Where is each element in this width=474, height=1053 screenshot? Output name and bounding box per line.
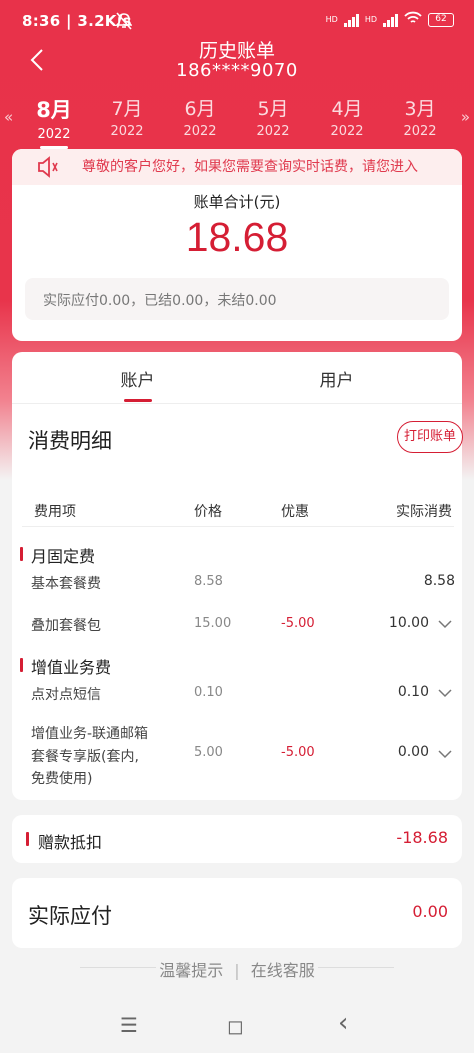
chevron-down-icon[interactable]	[437, 684, 453, 703]
item-name: 基本套餐费	[31, 576, 101, 592]
footer-links: 温馨提示 | 在线客服	[0, 957, 474, 981]
year-label: 2022	[37, 127, 71, 142]
payment-status-text: 实际应付0.00，已结0.00，未结0.00	[43, 293, 277, 309]
item-actual: 10.00	[388, 615, 429, 631]
month-label: 5月	[257, 98, 289, 120]
notice-text: 尊敬的客户您好，如果您需要查询实时话费，请您进入	[82, 159, 418, 175]
deduction-marker	[26, 832, 29, 846]
item-name-line: 套餐专享版(套内,	[31, 749, 139, 765]
group-marker	[20, 658, 23, 672]
hd-label: HD	[325, 15, 338, 24]
month-label: 8月	[36, 98, 72, 122]
group-title: 月固定费	[31, 547, 96, 566]
system-nav-bar: ☰ ◻ ‹	[0, 1000, 474, 1053]
deduction-label: 赠款抵扣	[38, 833, 103, 852]
group-marker	[20, 547, 23, 561]
year-label: 2022	[403, 124, 437, 139]
bill-total-label: 账单合计(元)	[193, 193, 281, 211]
tab-account[interactable]: 账户	[25, 366, 250, 391]
deduction-value: -18.68	[396, 828, 448, 847]
page-title: 历史账单	[198, 40, 275, 62]
month-tab-jun[interactable]: 6月 2022	[170, 94, 230, 139]
item-price: 8.58	[194, 574, 223, 589]
month-label: 6月	[184, 98, 216, 120]
tips-link[interactable]: 温馨提示	[159, 961, 223, 980]
actual-pay-label: 实际应付	[28, 904, 112, 928]
details-title: 消费明细	[28, 429, 112, 453]
item-price: 0.10	[194, 685, 223, 700]
item-discount: -5.00	[281, 616, 315, 631]
year-label: 2022	[110, 124, 144, 139]
item-actual: 8.58	[423, 573, 455, 589]
year-label: 2022	[256, 124, 290, 139]
month-label: 3月	[404, 98, 436, 120]
item-discount: -5.00	[281, 745, 315, 760]
item-name: 点对点短信	[31, 687, 101, 703]
year-label: 2022	[330, 124, 364, 139]
item-name: 叠加套餐包	[31, 618, 101, 634]
battery-icon: 62	[428, 12, 454, 27]
month-tab-mar[interactable]: 3月 2022	[390, 94, 450, 139]
column-header-discount: 优惠	[281, 504, 309, 520]
online-service-link[interactable]: 在线客服	[251, 961, 315, 980]
footer-separator: |	[234, 961, 240, 980]
column-header-actual: 实际消费	[396, 504, 452, 520]
chevron-down-icon[interactable]	[437, 615, 453, 634]
month-label: 4月	[331, 98, 363, 120]
month-tab-may[interactable]: 5月 2022	[243, 94, 303, 139]
home-icon[interactable]: ◻	[227, 1014, 244, 1038]
hd-label-2: HD	[364, 15, 377, 24]
item-price: 15.00	[194, 616, 232, 631]
column-header-price: 价格	[194, 504, 222, 520]
item-name-line: 免费使用)	[31, 771, 93, 787]
chevron-down-icon[interactable]	[437, 745, 453, 764]
print-bill-button[interactable]: 打印账单	[397, 421, 463, 453]
tab-user[interactable]: 用户	[224, 366, 449, 391]
item-actual: 0.00	[397, 744, 429, 760]
wifi-icon	[404, 11, 422, 28]
group-title: 增值业务费	[31, 658, 112, 677]
status-indicators: HD HD 62	[326, 11, 454, 28]
item-name-line: 增值业务-联通邮箱	[31, 726, 149, 742]
signal-icon-2	[383, 13, 398, 27]
back-nav-icon[interactable]: ‹	[338, 1008, 348, 1038]
payment-status-box: 实际应付0.00，已结0.00，未结0.00	[25, 278, 449, 320]
header-divider	[22, 526, 454, 527]
actual-pay-value: 0.00	[412, 902, 448, 921]
item-price: 5.00	[194, 745, 223, 760]
active-tab-underline	[124, 399, 152, 402]
month-tab-apr[interactable]: 4月 2022	[317, 94, 377, 139]
bill-total-value: 18.68	[185, 214, 289, 260]
tab-divider	[12, 403, 462, 404]
item-actual: 0.10	[397, 684, 429, 700]
phone-number: 186****9070	[176, 60, 298, 81]
column-header-item: 费用项	[34, 504, 76, 520]
year-label: 2022	[183, 124, 217, 139]
month-label: 7月	[111, 98, 143, 120]
speaker-icon	[36, 156, 60, 182]
month-selector: 8月 2022 7月 2022 6月 2022 5月 2022 4月 2022 …	[0, 94, 474, 150]
month-tab-jul[interactable]: 7月 2022	[97, 94, 157, 139]
menu-icon[interactable]: ☰	[120, 1013, 138, 1037]
month-tab-aug[interactable]: 8月 2022	[24, 94, 84, 149]
signal-icon	[343, 13, 359, 27]
realtime-notice[interactable]: 尊敬的客户您好，如果您需要查询实时话费，请您进入	[12, 149, 462, 185]
mute-bell-icon	[115, 12, 133, 34]
